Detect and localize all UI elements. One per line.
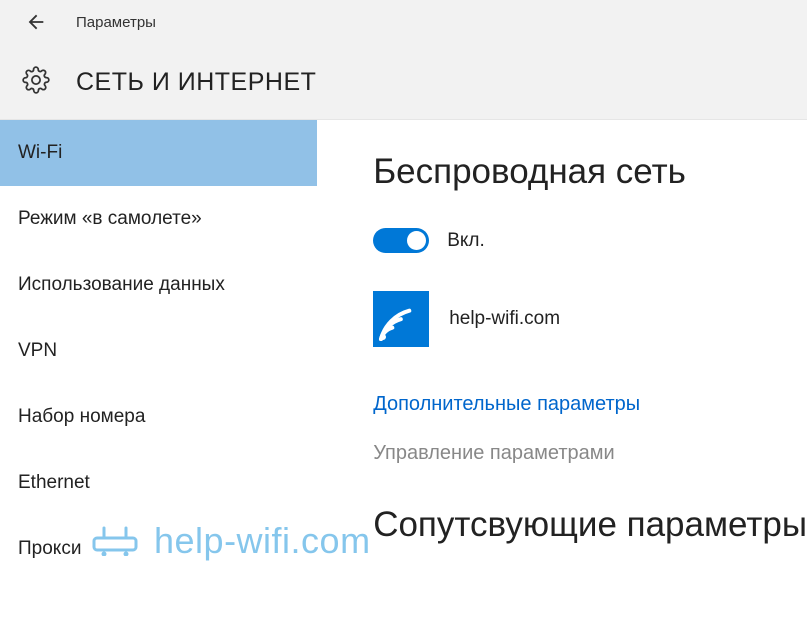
sidebar-item-airplane[interactable]: Режим «в самолете»	[0, 186, 317, 252]
advanced-options-link[interactable]: Дополнительные параметры	[373, 393, 807, 416]
arrow-left-icon	[25, 11, 47, 33]
network-name: help-wifi.com	[449, 308, 560, 330]
sidebar-item-vpn[interactable]: VPN	[0, 318, 317, 384]
sidebar-item-data-usage[interactable]: Использование данных	[0, 252, 317, 318]
wifi-toggle[interactable]	[373, 228, 429, 253]
manage-settings-text[interactable]: Управление параметрами	[373, 442, 807, 465]
page-title: Беспроводная сеть	[373, 152, 807, 192]
toggle-knob	[407, 231, 426, 250]
main-panel: Беспроводная сеть Вкл. help-wifi.com Доп…	[317, 120, 807, 582]
sidebar-item-dialup[interactable]: Набор номера	[0, 384, 317, 450]
content: Wi-Fi Режим «в самолете» Использование д…	[0, 120, 807, 582]
header: Параметры СЕТЬ И ИНТЕРНЕТ	[0, 0, 807, 120]
gear-icon	[22, 66, 50, 99]
related-heading: Сопутсвующие параметры	[373, 505, 807, 545]
sidebar-item-wifi[interactable]: Wi-Fi	[0, 120, 317, 186]
wifi-toggle-row: Вкл.	[373, 228, 807, 253]
sidebar: Wi-Fi Режим «в самолете» Использование д…	[0, 120, 317, 582]
network-row[interactable]: help-wifi.com	[373, 291, 807, 347]
wifi-icon	[373, 291, 429, 347]
back-button[interactable]	[22, 8, 50, 36]
toggle-label: Вкл.	[447, 230, 485, 252]
window-title: Параметры	[76, 14, 156, 31]
section-header: СЕТЬ И ИНТЕРНЕТ	[0, 36, 807, 99]
topbar: Параметры	[0, 0, 807, 36]
sidebar-item-proxy[interactable]: Прокси	[0, 516, 317, 582]
sidebar-item-ethernet[interactable]: Ethernet	[0, 450, 317, 516]
section-title: СЕТЬ И ИНТЕРНЕТ	[76, 68, 316, 97]
